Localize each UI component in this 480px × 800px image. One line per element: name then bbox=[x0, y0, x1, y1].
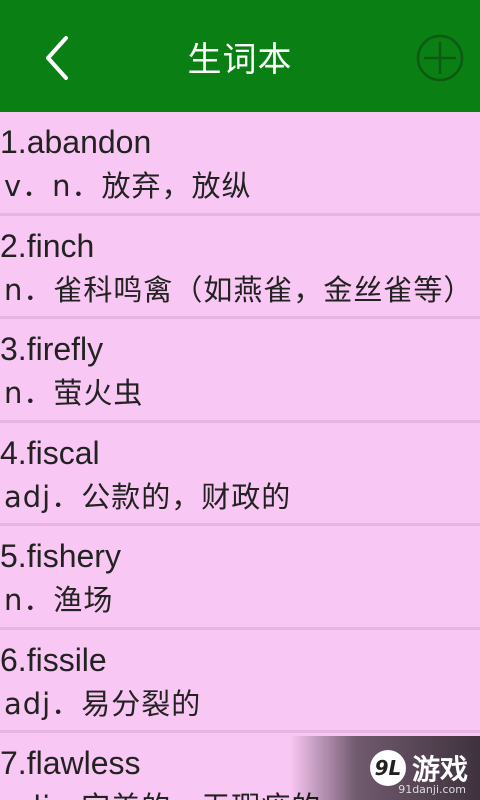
list-item[interactable]: 6.fissile adj．易分裂的 bbox=[0, 630, 480, 733]
watermark-brand: 9L 游戏 bbox=[369, 748, 468, 788]
word-text: 1.abandon bbox=[0, 124, 152, 160]
watermark-logo: 9L bbox=[369, 750, 406, 786]
word-definition: n．渔场 bbox=[4, 583, 114, 617]
back-button[interactable] bbox=[32, 30, 82, 86]
vocabulary-list: 1.abandon v．n．放弃，放纵 2.finch n．雀科鸣禽（如燕雀，金… bbox=[0, 112, 480, 800]
watermark-url: 91danji.com bbox=[398, 783, 466, 796]
top-app-bar: 生词本 bbox=[0, 0, 480, 112]
word-text: 4.fiscal bbox=[0, 434, 100, 471]
word-text: 2.finch bbox=[0, 227, 95, 264]
list-item[interactable]: 3.firefly n．萤火虫 bbox=[0, 319, 480, 423]
word-text: 3.firefly bbox=[0, 331, 104, 367]
plus-circle-icon bbox=[416, 34, 464, 82]
word-definition: n．雀科鸣禽（如燕雀，金丝雀等） bbox=[4, 272, 474, 307]
chevron-left-icon bbox=[46, 36, 68, 80]
word-definition: adj．公款的，财政的 bbox=[4, 479, 292, 514]
list-item[interactable]: 1.abandon v．n．放弃，放纵 bbox=[0, 112, 480, 216]
word-text: 7.flawless bbox=[0, 745, 141, 781]
list-item[interactable]: 4.fiscal adj．公款的，财政的 bbox=[0, 423, 480, 526]
word-definition: v．n．放弃，放纵 bbox=[4, 169, 252, 203]
site-watermark: 9L 游戏 91danji.com bbox=[290, 736, 480, 800]
list-item[interactable]: 2.finch n．雀科鸣禽（如燕雀，金丝雀等） bbox=[0, 216, 480, 319]
word-text: 5.fishery bbox=[0, 538, 121, 574]
add-word-button[interactable] bbox=[414, 32, 466, 84]
word-text: 6.fissile bbox=[0, 641, 107, 678]
word-definition: n．萤火虫 bbox=[4, 376, 144, 410]
word-definition: adj．完美的，无瑕疵的 bbox=[4, 789, 321, 800]
watermark-brand-text: 游戏 bbox=[411, 753, 468, 786]
word-definition: adj．易分裂的 bbox=[4, 686, 202, 721]
list-item[interactable]: 5.fishery n．渔场 bbox=[0, 526, 480, 630]
